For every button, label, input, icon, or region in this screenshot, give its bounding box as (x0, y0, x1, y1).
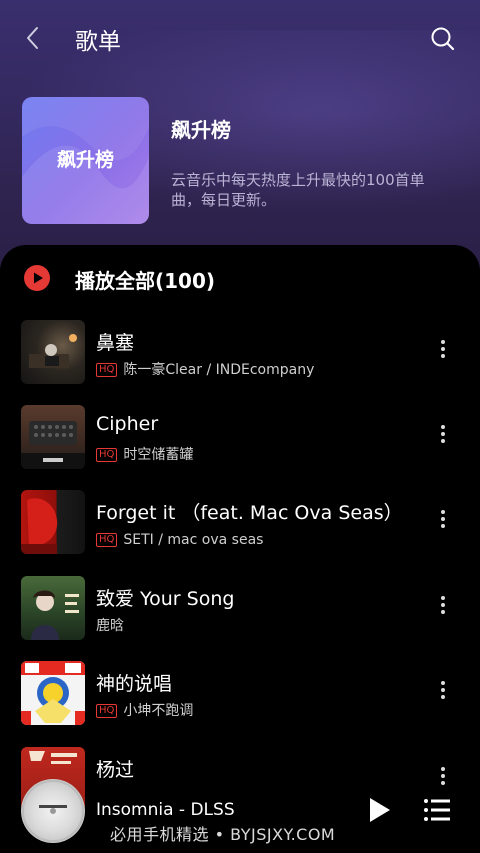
now-playing-disc[interactable] (21, 779, 85, 843)
more-vertical-icon (434, 596, 452, 614)
album-art-thumbnail (21, 490, 85, 554)
album-art-thumbnail (21, 661, 85, 725)
song-meta: HQ 时空储蓄罐 (96, 444, 194, 463)
song-title: Forget it （feat. Mac Ova Seas） (96, 502, 403, 524)
chevron-left-icon (27, 27, 38, 49)
song-artist: 陈一豪Clear / INDEcompany (123, 362, 315, 378)
song-title: 致爱 Your Song (96, 588, 235, 610)
song-artist: 时空储蓄罐 (123, 447, 194, 463)
play-icon (370, 798, 390, 822)
song-meta: HQ 小坤不跑调 (96, 700, 194, 719)
playlist-cover[interactable]: 飙升榜 (22, 97, 149, 224)
song-meta: HQ SETI / mac ova seas (96, 529, 264, 548)
song-row[interactable]: Cipher HQ 时空储蓄罐 (0, 405, 480, 471)
more-vertical-icon (434, 681, 452, 699)
album-art-thumbnail (21, 320, 85, 384)
more-options-button[interactable] (434, 425, 452, 449)
hq-badge: HQ (96, 533, 118, 547)
song-title: 神的说唱 (96, 673, 173, 695)
song-title: 鼻塞 (96, 332, 135, 354)
play-circle-icon (24, 265, 50, 291)
playlist-description[interactable]: 云音乐中每天热度上升最快的100首单曲，每日更新。 (171, 170, 451, 210)
more-options-button[interactable] (434, 340, 452, 364)
more-vertical-icon (434, 340, 452, 358)
back-button[interactable] (18, 22, 48, 54)
top-bar: 歌单 (0, 0, 480, 76)
album-art-thumbnail (21, 576, 85, 640)
song-artist: SETI / mac ova seas (123, 532, 264, 548)
song-row[interactable]: 神的说唱 HQ 小坤不跑调 (0, 661, 480, 727)
song-meta: 鹿晗 (96, 615, 124, 634)
song-list-panel: 播放全部(100) 鼻塞 HQ 陈一豪Clear / INDEcompany C… (0, 245, 480, 853)
page-title: 歌单 (75, 29, 121, 55)
song-title: Cipher (96, 413, 159, 435)
hq-badge: HQ (96, 448, 118, 462)
more-vertical-icon (434, 510, 452, 528)
more-options-button[interactable] (434, 596, 452, 620)
album-art-thumbnail (21, 405, 85, 469)
play-button[interactable] (366, 796, 392, 824)
song-row[interactable]: Forget it （feat. Mac Ova Seas） HQ SETI / … (0, 490, 480, 556)
more-options-button[interactable] (434, 681, 452, 705)
song-row[interactable]: 致爱 Your Song 鹿晗 (0, 576, 480, 642)
search-button[interactable] (428, 24, 458, 54)
now-playing-title: Insomnia - DLSS (96, 800, 235, 820)
more-options-button[interactable] (434, 510, 452, 534)
hq-badge: HQ (96, 704, 118, 718)
playlist-name: 飙升榜 (171, 118, 231, 142)
cover-title: 飙升榜 (56, 149, 114, 171)
watermark-text: 必用手机精选 • BYJSJXY.COM (110, 825, 336, 844)
play-all-button[interactable]: 播放全部(100) (0, 245, 480, 307)
playlist-header-background: 歌单 飙升榜 飙升榜 云音乐中每天热度上升最快的100首单曲，每日更新。 (0, 0, 480, 270)
song-meta: HQ 陈一豪Clear / INDEcompany (96, 359, 315, 378)
playlist-button[interactable] (423, 798, 451, 822)
song-artist: 鹿晗 (96, 618, 124, 634)
more-vertical-icon (434, 425, 452, 443)
search-icon (431, 27, 455, 51)
hq-badge: HQ (96, 363, 118, 377)
song-artist: 小坤不跑调 (123, 703, 194, 719)
play-all-label: 播放全部(100) (75, 269, 216, 293)
song-row[interactable]: 鼻塞 HQ 陈一豪Clear / INDEcompany (0, 320, 480, 386)
playlist-icon (424, 799, 450, 821)
